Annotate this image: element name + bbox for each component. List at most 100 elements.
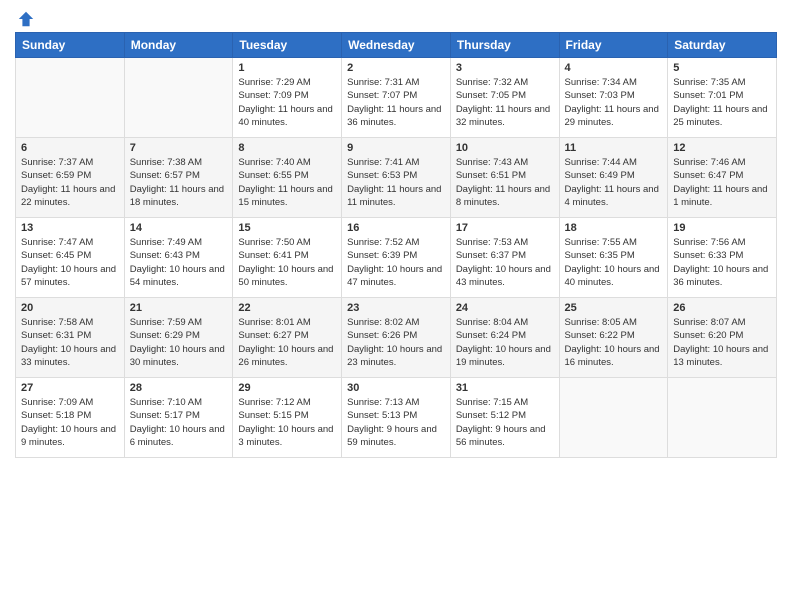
day-number: 14 bbox=[130, 222, 228, 234]
calendar-cell: 1 Sunrise: 7:29 AMSunset: 7:09 PMDaylight… bbox=[233, 58, 342, 138]
day-number: 16 bbox=[347, 222, 445, 234]
calendar-cell: 24 Sunrise: 8:04 AMSunset: 6:24 PMDayligh… bbox=[450, 298, 559, 378]
day-info: Sunrise: 8:07 AMSunset: 6:20 PMDaylight:… bbox=[673, 316, 771, 369]
day-info: Sunrise: 7:44 AMSunset: 6:49 PMDaylight:… bbox=[565, 156, 663, 209]
calendar-cell: 8Sunrise: 7:40 AMSunset: 6:55 PMDaylight… bbox=[233, 138, 342, 218]
day-info: Sunrise: 7:31 AMSunset: 7:07 PMDaylight:… bbox=[347, 76, 445, 129]
calendar-cell: 21 Sunrise: 7:59 AMSunset: 6:29 PMDayligh… bbox=[124, 298, 233, 378]
day-number: 1 bbox=[238, 62, 336, 74]
day-info: Sunrise: 7:52 AMSunset: 6:39 PMDaylight:… bbox=[347, 236, 445, 289]
day-number: 18 bbox=[565, 222, 663, 234]
day-info: Sunrise: 7:38 AMSunset: 6:57 PMDaylight:… bbox=[130, 156, 228, 209]
day-info: Sunrise: 7:29 AMSunset: 7:09 PMDaylight:… bbox=[238, 76, 336, 129]
day-number: 10 bbox=[456, 142, 554, 154]
day-info: Sunrise: 7:12 AMSunset: 5:15 PMDaylight:… bbox=[238, 396, 336, 449]
calendar-cell: 13 Sunrise: 7:47 AMSunset: 6:45 PMDayligh… bbox=[16, 218, 125, 298]
calendar-header-saturday: Saturday bbox=[668, 33, 777, 58]
calendar-header-friday: Friday bbox=[559, 33, 668, 58]
day-info: Sunrise: 7:49 AMSunset: 6:43 PMDaylight:… bbox=[130, 236, 228, 289]
day-info: Sunrise: 7:41 AMSunset: 6:53 PMDaylight:… bbox=[347, 156, 445, 209]
day-info: Sunrise: 7:35 AMSunset: 7:01 PMDaylight:… bbox=[673, 76, 771, 129]
calendar-cell: 5 Sunrise: 7:35 AMSunset: 7:01 PMDaylight… bbox=[668, 58, 777, 138]
calendar-cell: 7 Sunrise: 7:38 AMSunset: 6:57 PMDaylight… bbox=[124, 138, 233, 218]
calendar-cell: 26 Sunrise: 8:07 AMSunset: 6:20 PMDayligh… bbox=[668, 298, 777, 378]
calendar-cell: 14 Sunrise: 7:49 AMSunset: 6:43 PMDayligh… bbox=[124, 218, 233, 298]
day-number: 23 bbox=[347, 302, 445, 314]
day-info: Sunrise: 7:37 AMSunset: 6:59 PMDaylight:… bbox=[21, 156, 119, 209]
calendar-cell: 22Sunrise: 8:01 AMSunset: 6:27 PMDayligh… bbox=[233, 298, 342, 378]
calendar-week-1: 6 Sunrise: 7:37 AMSunset: 6:59 PMDaylight… bbox=[16, 138, 777, 218]
day-info: Sunrise: 8:01 AMSunset: 6:27 PMDaylight:… bbox=[238, 316, 336, 369]
header bbox=[15, 10, 777, 24]
logo bbox=[15, 10, 35, 24]
day-number: 6 bbox=[21, 142, 119, 154]
day-number: 20 bbox=[21, 302, 119, 314]
day-number: 25 bbox=[565, 302, 663, 314]
day-info: Sunrise: 7:56 AMSunset: 6:33 PMDaylight:… bbox=[673, 236, 771, 289]
calendar-cell bbox=[559, 378, 668, 458]
day-info: Sunrise: 7:58 AMSunset: 6:31 PMDaylight:… bbox=[21, 316, 119, 369]
day-info: Sunrise: 8:05 AMSunset: 6:22 PMDaylight:… bbox=[565, 316, 663, 369]
calendar-cell: 3Sunrise: 7:32 AMSunset: 7:05 PMDaylight… bbox=[450, 58, 559, 138]
day-number: 30 bbox=[347, 382, 445, 394]
calendar-cell: 15Sunrise: 7:50 AMSunset: 6:41 PMDayligh… bbox=[233, 218, 342, 298]
day-number: 7 bbox=[130, 142, 228, 154]
calendar-cell: 31 Sunrise: 7:15 AMSunset: 5:12 PMDayligh… bbox=[450, 378, 559, 458]
day-info: Sunrise: 7:55 AMSunset: 6:35 PMDaylight:… bbox=[565, 236, 663, 289]
day-info: Sunrise: 7:47 AMSunset: 6:45 PMDaylight:… bbox=[21, 236, 119, 289]
day-number: 29 bbox=[238, 382, 336, 394]
calendar-cell: 11 Sunrise: 7:44 AMSunset: 6:49 PMDayligh… bbox=[559, 138, 668, 218]
day-number: 2 bbox=[347, 62, 445, 74]
day-info: Sunrise: 7:43 AMSunset: 6:51 PMDaylight:… bbox=[456, 156, 554, 209]
day-info: Sunrise: 7:32 AMSunset: 7:05 PMDaylight:… bbox=[456, 76, 554, 129]
day-number: 9 bbox=[347, 142, 445, 154]
day-number: 11 bbox=[565, 142, 663, 154]
calendar-cell: 30 Sunrise: 7:13 AMSunset: 5:13 PMDayligh… bbox=[342, 378, 451, 458]
day-info: Sunrise: 7:46 AMSunset: 6:47 PMDaylight:… bbox=[673, 156, 771, 209]
calendar-cell: 27Sunrise: 7:09 AMSunset: 5:18 PMDayligh… bbox=[16, 378, 125, 458]
day-info: Sunrise: 7:13 AMSunset: 5:13 PMDaylight:… bbox=[347, 396, 445, 449]
calendar-header-sunday: Sunday bbox=[16, 33, 125, 58]
calendar: SundayMondayTuesdayWednesdayThursdayFrid… bbox=[15, 32, 777, 458]
day-number: 19 bbox=[673, 222, 771, 234]
day-info: Sunrise: 8:04 AMSunset: 6:24 PMDaylight:… bbox=[456, 316, 554, 369]
day-info: Sunrise: 7:09 AMSunset: 5:18 PMDaylight:… bbox=[21, 396, 119, 449]
calendar-week-4: 27Sunrise: 7:09 AMSunset: 5:18 PMDayligh… bbox=[16, 378, 777, 458]
day-info: Sunrise: 7:40 AMSunset: 6:55 PMDaylight:… bbox=[238, 156, 336, 209]
day-info: Sunrise: 7:59 AMSunset: 6:29 PMDaylight:… bbox=[130, 316, 228, 369]
calendar-cell: 10 Sunrise: 7:43 AMSunset: 6:51 PMDayligh… bbox=[450, 138, 559, 218]
day-info: Sunrise: 7:50 AMSunset: 6:41 PMDaylight:… bbox=[238, 236, 336, 289]
calendar-cell: 28 Sunrise: 7:10 AMSunset: 5:17 PMDayligh… bbox=[124, 378, 233, 458]
calendar-cell: 12 Sunrise: 7:46 AMSunset: 6:47 PMDayligh… bbox=[668, 138, 777, 218]
calendar-cell: 18 Sunrise: 7:55 AMSunset: 6:35 PMDayligh… bbox=[559, 218, 668, 298]
day-number: 17 bbox=[456, 222, 554, 234]
logo-text bbox=[15, 10, 35, 28]
calendar-header-thursday: Thursday bbox=[450, 33, 559, 58]
calendar-header-tuesday: Tuesday bbox=[233, 33, 342, 58]
calendar-header-wednesday: Wednesday bbox=[342, 33, 451, 58]
day-number: 12 bbox=[673, 142, 771, 154]
day-number: 26 bbox=[673, 302, 771, 314]
day-number: 28 bbox=[130, 382, 228, 394]
day-number: 21 bbox=[130, 302, 228, 314]
calendar-header-monday: Monday bbox=[124, 33, 233, 58]
logo-icon bbox=[17, 10, 35, 28]
day-number: 4 bbox=[565, 62, 663, 74]
calendar-cell: 16 Sunrise: 7:52 AMSunset: 6:39 PMDayligh… bbox=[342, 218, 451, 298]
day-info: Sunrise: 7:10 AMSunset: 5:17 PMDaylight:… bbox=[130, 396, 228, 449]
day-number: 31 bbox=[456, 382, 554, 394]
calendar-cell bbox=[16, 58, 125, 138]
day-info: Sunrise: 8:02 AMSunset: 6:26 PMDaylight:… bbox=[347, 316, 445, 369]
calendar-cell: 17Sunrise: 7:53 AMSunset: 6:37 PMDayligh… bbox=[450, 218, 559, 298]
day-number: 24 bbox=[456, 302, 554, 314]
calendar-cell: 23 Sunrise: 8:02 AMSunset: 6:26 PMDayligh… bbox=[342, 298, 451, 378]
day-number: 5 bbox=[673, 62, 771, 74]
calendar-cell: 20 Sunrise: 7:58 AMSunset: 6:31 PMDayligh… bbox=[16, 298, 125, 378]
calendar-week-3: 20 Sunrise: 7:58 AMSunset: 6:31 PMDayligh… bbox=[16, 298, 777, 378]
calendar-week-0: 1 Sunrise: 7:29 AMSunset: 7:09 PMDaylight… bbox=[16, 58, 777, 138]
calendar-cell: 29 Sunrise: 7:12 AMSunset: 5:15 PMDayligh… bbox=[233, 378, 342, 458]
calendar-cell: 4Sunrise: 7:34 AMSunset: 7:03 PMDaylight… bbox=[559, 58, 668, 138]
calendar-week-2: 13 Sunrise: 7:47 AMSunset: 6:45 PMDayligh… bbox=[16, 218, 777, 298]
day-info: Sunrise: 7:15 AMSunset: 5:12 PMDaylight:… bbox=[456, 396, 554, 449]
day-number: 13 bbox=[21, 222, 119, 234]
